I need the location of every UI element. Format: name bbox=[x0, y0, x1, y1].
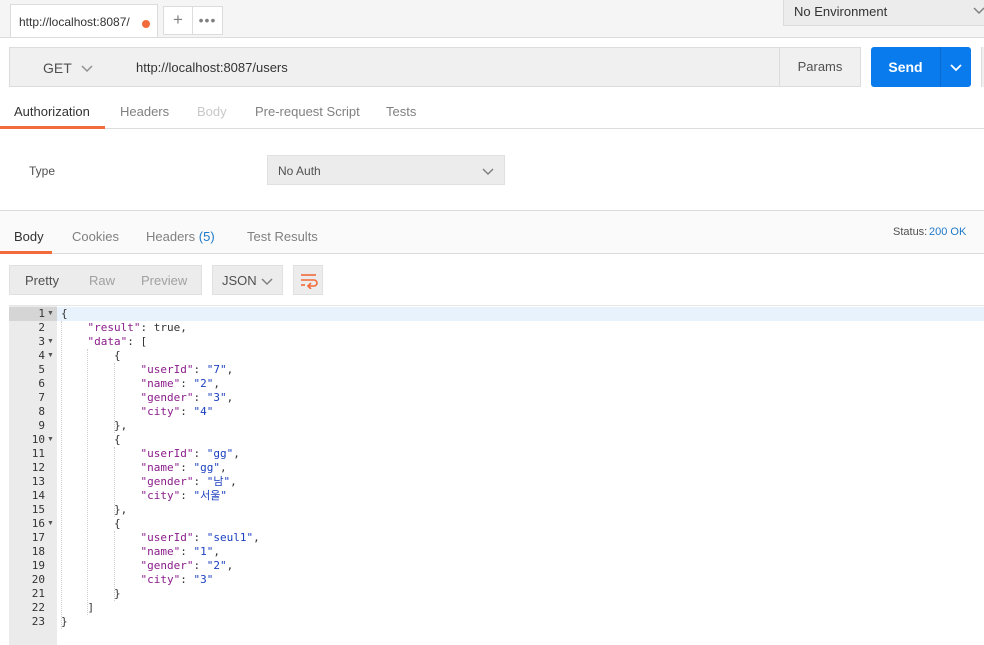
line-number: 5 bbox=[38, 363, 45, 376]
method-label: GET bbox=[43, 60, 72, 76]
code-line: "name": "gg", bbox=[140, 461, 227, 474]
fold-arrow-icon[interactable]: ▼ bbox=[47, 349, 55, 363]
indent-guide bbox=[61, 321, 62, 629]
line-number: 13 bbox=[31, 475, 45, 488]
request-tab-title: http://localhost:8087/ bbox=[19, 15, 130, 29]
line-number: 9 bbox=[38, 419, 45, 432]
code-line: "city": "서울" bbox=[140, 489, 227, 502]
line-number: 16 bbox=[31, 517, 45, 530]
line-number: 6 bbox=[38, 377, 45, 390]
tab-headers[interactable]: Headers bbox=[120, 104, 169, 119]
indent-guide bbox=[113, 363, 115, 433]
line-number: 14 bbox=[31, 489, 45, 502]
method-select[interactable]: GET bbox=[9, 47, 126, 87]
code-line: "result": true, bbox=[87, 321, 187, 334]
language-select[interactable]: JSON bbox=[212, 265, 283, 295]
code-line: "city": "4" bbox=[140, 405, 214, 418]
send-dropdown-button[interactable] bbox=[940, 47, 971, 87]
line-number: 18 bbox=[31, 545, 45, 558]
code-line: { bbox=[61, 433, 121, 446]
chevron-down-icon bbox=[949, 60, 963, 77]
tab-authorization[interactable]: Authorization bbox=[14, 104, 90, 119]
indent-guide bbox=[113, 447, 115, 517]
divider bbox=[0, 128, 984, 129]
indent-guide bbox=[87, 349, 89, 615]
format-mode-group: Pretty Raw Preview bbox=[9, 265, 202, 295]
line-number: 3 bbox=[38, 335, 45, 348]
line-number: 8 bbox=[38, 405, 45, 418]
code-line: ] bbox=[61, 601, 95, 614]
line-number: 17 bbox=[31, 531, 45, 544]
request-tab[interactable]: http://localhost:8087/ bbox=[10, 4, 158, 37]
line-number: 10 bbox=[31, 433, 45, 446]
send-button[interactable]: Send bbox=[871, 47, 940, 87]
code-line: "name": "1", bbox=[140, 545, 220, 558]
format-preview[interactable]: Preview bbox=[141, 273, 187, 288]
language-value: JSON bbox=[222, 273, 257, 288]
status-label: Status: bbox=[893, 226, 928, 238]
code-line: } bbox=[61, 587, 121, 600]
params-button[interactable]: Params bbox=[779, 47, 861, 87]
fold-arrow-icon[interactable]: ▼ bbox=[47, 433, 55, 447]
response-tab-body[interactable]: Body bbox=[14, 229, 44, 244]
line-number: 22 bbox=[31, 601, 45, 614]
line-number: 20 bbox=[31, 573, 45, 586]
code-line: "name": "2", bbox=[140, 377, 220, 390]
code-line: { bbox=[61, 517, 121, 530]
code-line: "userId": "seul1", bbox=[140, 531, 260, 544]
auth-type-value: No Auth bbox=[278, 164, 321, 178]
active-tab-indicator bbox=[0, 251, 52, 254]
format-pretty[interactable]: Pretty bbox=[25, 273, 59, 288]
chevron-down-icon bbox=[80, 61, 94, 78]
line-number: 4 bbox=[38, 349, 45, 362]
status-value: 200 OK bbox=[929, 226, 967, 238]
more-tabs-button[interactable]: ••• bbox=[193, 6, 223, 35]
chevron-down-icon bbox=[260, 274, 274, 291]
url-input[interactable] bbox=[125, 47, 780, 87]
auth-type-label: Type bbox=[29, 164, 56, 178]
active-line-highlight bbox=[57, 307, 984, 321]
new-tab-button[interactable]: + bbox=[163, 6, 193, 35]
response-tab-cookies[interactable]: Cookies bbox=[72, 229, 119, 244]
active-tab-indicator bbox=[0, 126, 105, 129]
tab-body[interactable]: Body bbox=[197, 104, 227, 119]
tab-tests[interactable]: Tests bbox=[386, 104, 416, 119]
response-tab-test-results[interactable]: Test Results bbox=[247, 229, 318, 244]
environment-label: No Environment bbox=[794, 4, 888, 19]
indent-guide bbox=[113, 531, 115, 601]
line-number: 12 bbox=[31, 461, 45, 474]
line-number: 11 bbox=[31, 447, 45, 460]
response-tab-headers[interactable]: Headers (5) bbox=[146, 229, 215, 244]
line-number: 7 bbox=[38, 391, 45, 404]
code-line: { bbox=[61, 307, 68, 320]
headers-count-badge: (5) bbox=[198, 229, 215, 244]
line-number: 1 bbox=[38, 307, 45, 320]
line-number: 21 bbox=[31, 587, 45, 600]
line-number: 15 bbox=[31, 503, 45, 516]
environment-select[interactable]: No Environment bbox=[783, 0, 984, 26]
code-line: }, bbox=[61, 419, 128, 432]
code-line: }, bbox=[61, 503, 128, 516]
response-body-editor[interactable]: 1 ▼{2 "result": true, 3 ▼ "data": [4 ▼ {5 "u… bbox=[9, 305, 984, 645]
response-tab-headers-label: Headers bbox=[146, 229, 196, 244]
line-number: 23 bbox=[31, 615, 45, 628]
fold-arrow-icon[interactable]: ▼ bbox=[47, 335, 55, 349]
fold-arrow-icon[interactable]: ▼ bbox=[47, 307, 55, 321]
code-line: "city": "3" bbox=[140, 573, 214, 586]
auth-type-select[interactable]: No Auth bbox=[267, 155, 505, 185]
format-raw[interactable]: Raw bbox=[89, 273, 115, 288]
line-number: 2 bbox=[38, 321, 45, 334]
chevron-down-icon bbox=[972, 3, 984, 20]
fold-arrow-icon[interactable]: ▼ bbox=[47, 517, 55, 531]
code-line: { bbox=[61, 349, 121, 362]
tab-pre-request-script[interactable]: Pre-request Script bbox=[255, 104, 360, 119]
chevron-down-icon bbox=[481, 164, 495, 181]
unsaved-dot-icon bbox=[142, 20, 150, 28]
line-number: 19 bbox=[31, 559, 45, 572]
code-line: "data": [ bbox=[87, 335, 148, 348]
wrap-lines-button[interactable] bbox=[293, 265, 323, 295]
